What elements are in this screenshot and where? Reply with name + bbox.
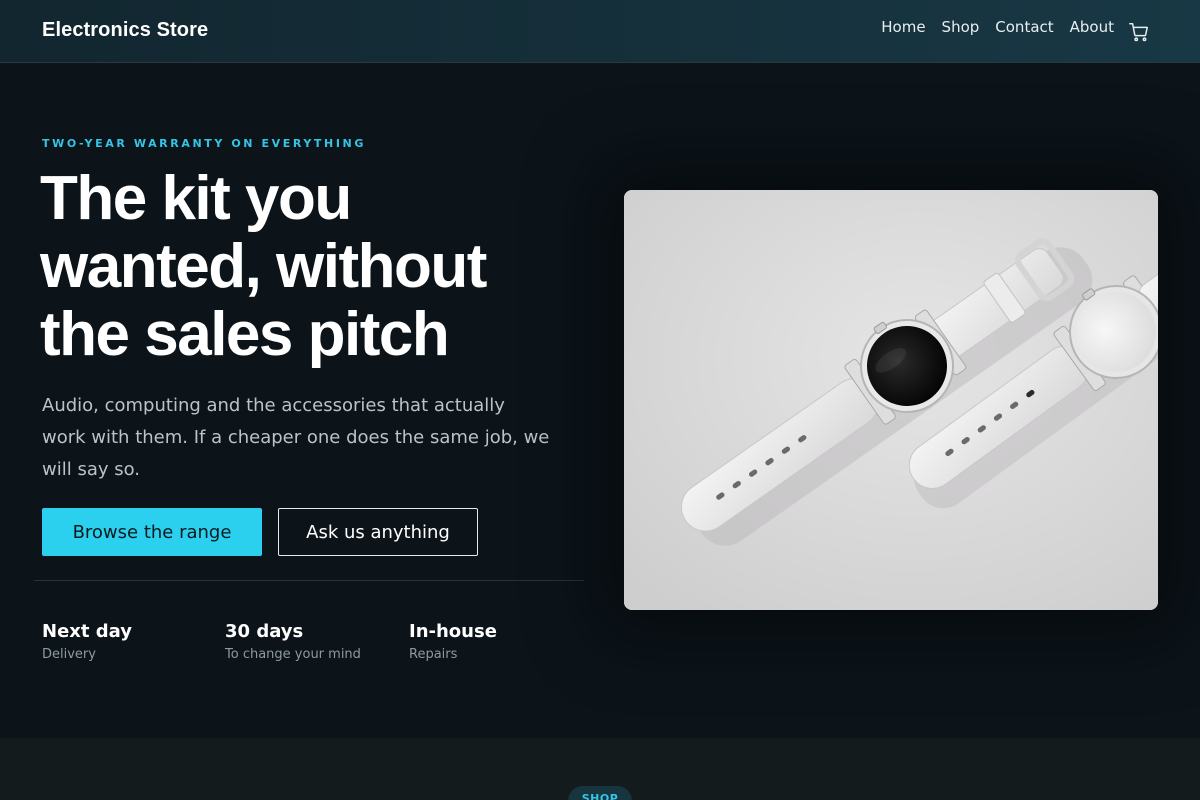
browse-range-button[interactable]: Browse the range bbox=[42, 508, 262, 556]
stat-title: Next day bbox=[42, 621, 132, 642]
ask-us-button[interactable]: Ask us anything bbox=[278, 508, 478, 556]
hero-subcopy: Audio, computing and the accessories tha… bbox=[42, 395, 550, 480]
brand-logo[interactable]: Electronics Store bbox=[42, 19, 208, 42]
stat-repairs: In-house Repairs bbox=[409, 620, 497, 662]
shop-section: SHOP bbox=[0, 738, 1200, 800]
main-nav: Home Shop Contact About bbox=[881, 18, 1114, 36]
stat-subtitle: To change your mind bbox=[225, 647, 361, 662]
stat-title: In-house bbox=[409, 621, 497, 642]
nav-home[interactable]: Home bbox=[881, 18, 925, 36]
hero-headline: The kit you wanted, without the sales pi… bbox=[40, 164, 487, 369]
hero-eyebrow: TWO-YEAR WARRANTY ON EVERYTHING bbox=[42, 137, 366, 150]
stat-returns: 30 days To change your mind bbox=[225, 620, 361, 662]
section-pill: SHOP bbox=[568, 786, 632, 800]
hero-section: TWO-YEAR WARRANTY ON EVERYTHING The kit … bbox=[0, 63, 1200, 738]
stat-title: 30 days bbox=[225, 621, 304, 642]
nav-shop[interactable]: Shop bbox=[942, 18, 980, 36]
stat-subtitle: Delivery bbox=[42, 647, 96, 662]
nav-about[interactable]: About bbox=[1070, 18, 1114, 36]
hero-divider bbox=[34, 580, 584, 581]
stat-delivery: Next day Delivery bbox=[42, 620, 132, 662]
shopping-cart-icon[interactable] bbox=[1128, 21, 1150, 43]
stat-subtitle: Repairs bbox=[409, 647, 458, 662]
hero-product-image bbox=[624, 190, 1158, 610]
smartwatch-illustration bbox=[624, 190, 1158, 610]
nav-contact[interactable]: Contact bbox=[995, 18, 1053, 36]
site-header: Electronics Store Home Shop Contact Abou… bbox=[0, 0, 1200, 63]
